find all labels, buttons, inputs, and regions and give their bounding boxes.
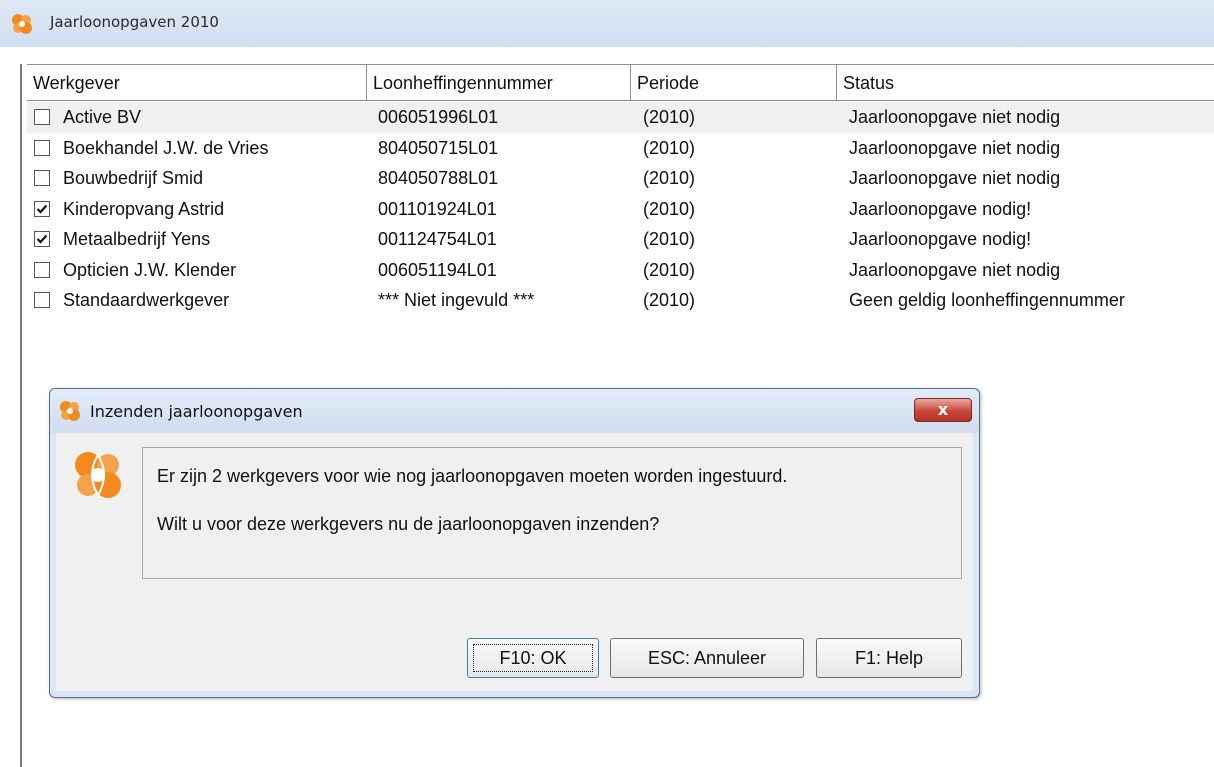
checkmark-icon	[36, 204, 48, 214]
column-header-periode[interactable]: Periode	[631, 65, 837, 100]
row-checkbox[interactable]	[34, 170, 50, 186]
focus-rectangle	[473, 644, 593, 672]
help-button[interactable]: F1: Help	[816, 638, 962, 678]
cell-number: 006051996L01	[378, 107, 499, 127]
cell-period: (2010)	[643, 198, 696, 219]
cell-period: (2010)	[643, 168, 696, 188]
cell-number: *** Niet ingevuld ***	[378, 290, 535, 310]
ok-button[interactable]: F10: OK	[467, 638, 599, 678]
dialog-titlebar: Inzenden jaarloonopgaven x	[50, 389, 979, 433]
table-row[interactable]: Boekhandel J.W. de Vries 804050715L01 (201…	[27, 133, 1214, 164]
dialog-body: Er zijn 2 werkgevers voor wie nog jaarlo…	[56, 433, 973, 691]
cell-number: 001124754L01	[378, 229, 497, 249]
app-logo-icon	[12, 14, 32, 34]
submit-dialog: Inzenden jaarloonopgaven x Er zijn 2 wer…	[49, 388, 980, 698]
cell-period: (2010)	[643, 137, 696, 158]
close-icon: x	[937, 400, 949, 419]
cell-status: Geen geldig loonheffingennummer	[849, 290, 1125, 310]
cell-number: 804050788L01	[378, 168, 499, 188]
employer-grid[interactable]: Werkgever Loonheffingennummer Periode St…	[27, 64, 1214, 324]
dialog-logo-icon	[60, 401, 80, 421]
row-checkbox[interactable]	[34, 200, 50, 217]
row-checkbox[interactable]	[34, 139, 50, 156]
message-box: Er zijn 2 werkgevers voor wie nog jaarlo…	[142, 447, 962, 579]
table-row[interactable]: Active BV 006051996L01 (2010) Jaarloonopgav…	[27, 102, 1214, 133]
row-checkbox[interactable]	[34, 109, 50, 125]
help-button-label: F1: Help	[854, 648, 924, 668]
cancel-button-label: ESC: Annuleer	[647, 648, 767, 668]
column-header-loonheffingennummer[interactable]: Loonheffingennummer	[367, 65, 631, 100]
message-line-2: Wilt u voor deze werkgevers nu de jaarlo…	[157, 514, 660, 534]
cell-period: (2010)	[643, 229, 696, 249]
column-header-status[interactable]: Status	[837, 65, 1214, 100]
cell-status: Jaarloonopgave niet nodig	[849, 168, 1061, 188]
cell-status: Jaarloonopgave niet nodig	[849, 107, 1061, 127]
cell-employer: Metaalbedrijf Yens	[63, 229, 211, 249]
cell-status: Jaarloonopgave nodig!	[849, 229, 1032, 249]
row-checkbox[interactable]	[34, 231, 50, 247]
cell-status: Jaarloonopgave niet nodig	[849, 259, 1061, 280]
cell-number: 804050715L01	[378, 137, 499, 158]
table-row[interactable]: Standaardwerkgever *** Niet ingevuld *** (…	[27, 285, 1214, 316]
window-title: Jaarloonopgaven 2010	[50, 13, 219, 31]
column-header-werkgever[interactable]: Werkgever	[27, 65, 367, 100]
row-checkbox[interactable]	[34, 292, 50, 308]
window-titlebar: Jaarloonopgaven 2010	[0, 0, 1214, 47]
checkmark-icon	[36, 234, 48, 244]
cell-number: 006051194L01	[378, 259, 497, 280]
row-checkbox[interactable]	[34, 261, 50, 278]
table-row[interactable]: Opticien J.W. Klender 006051194L01 (2010) J…	[27, 255, 1214, 286]
cell-employer: Standaardwerkgever	[63, 290, 230, 310]
panel-border	[20, 64, 22, 767]
cell-employer: Opticien J.W. Klender	[63, 259, 237, 280]
dialog-title: Inzenden jaarloonopgaven	[90, 402, 303, 421]
table-row[interactable]: Bouwbedrijf Smid 804050788L01 (2010) Jaarlo…	[27, 163, 1214, 194]
cell-employer: Kinderopvang Astrid	[63, 198, 225, 219]
close-button[interactable]: x	[914, 398, 972, 422]
cell-status: Jaarloonopgave niet nodig	[849, 137, 1061, 158]
message-line-1: Er zijn 2 werkgevers voor wie nog jaarlo…	[157, 466, 788, 486]
info-logo-icon	[75, 452, 121, 498]
cell-number: 001101924L01	[378, 198, 497, 219]
cell-employer: Active BV	[63, 107, 142, 127]
grid-header: Werkgever Loonheffingennummer Periode St…	[27, 64, 1214, 101]
table-row[interactable]: Kinderopvang Astrid 001101924L01 (2010) Jaa…	[27, 194, 1214, 225]
cell-period: (2010)	[643, 259, 696, 280]
table-row[interactable]: Metaalbedrijf Yens 001124754L01 (2010) Jaar…	[27, 224, 1214, 255]
cell-employer: Boekhandel J.W. de Vries	[63, 137, 269, 158]
cell-period: (2010)	[643, 290, 696, 310]
cell-employer: Bouwbedrijf Smid	[63, 168, 204, 188]
cell-status: Jaarloonopgave nodig!	[849, 198, 1032, 219]
cell-period: (2010)	[643, 107, 696, 127]
cancel-button[interactable]: ESC: Annuleer	[610, 638, 804, 678]
